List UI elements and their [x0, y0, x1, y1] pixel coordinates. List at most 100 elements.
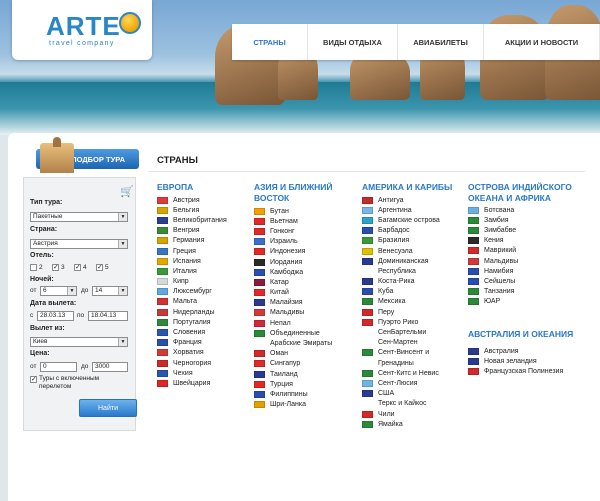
logo[interactable]: ARTE travel company — [12, 0, 152, 60]
country-link[interactable]: США — [362, 389, 440, 399]
country-link[interactable]: Кения — [468, 236, 518, 246]
country-link[interactable]: Венгрия — [157, 226, 227, 236]
flight-included-checkbox[interactable] — [30, 375, 37, 383]
nav-vacation-types[interactable]: ВИДЫ ОТДЫХА — [308, 24, 398, 60]
country-link[interactable]: Багамские острова — [362, 215, 440, 225]
country-link[interactable]: Доминиканская — [362, 256, 440, 266]
country-link[interactable]: Коста-Рика — [362, 277, 440, 287]
country-link[interactable]: Люксембург — [157, 287, 227, 297]
country-link[interactable]: Китай — [254, 288, 332, 298]
country-link[interactable]: Черногория — [157, 358, 227, 368]
country-link[interactable]: Таиланд — [254, 369, 332, 379]
country-link[interactable]: Намибия — [468, 266, 518, 276]
country-link[interactable]: Швейцария — [157, 378, 227, 388]
country-link[interactable]: Испания — [157, 256, 227, 266]
country-link[interactable]: Мальдивы — [254, 308, 332, 318]
country-link[interactable]: Франция — [157, 338, 227, 348]
country-link[interactable]: Ботсвана — [468, 205, 518, 215]
country-link[interactable]: Малайзия — [254, 298, 332, 308]
country-link[interactable]: Танзания — [468, 287, 518, 297]
flag-icon — [254, 217, 265, 225]
country-link[interactable]: Бразилия — [362, 236, 440, 246]
country-link[interactable]: Непал — [254, 318, 332, 328]
country-link[interactable]: Республика — [362, 266, 440, 276]
country-link[interactable]: Новая зеландия — [468, 356, 563, 366]
country-link[interactable]: Сингапур — [254, 359, 332, 369]
country-name: Словения — [173, 329, 206, 337]
search-button[interactable]: Найти — [79, 399, 137, 417]
price-to-input[interactable]: 3000 — [92, 362, 128, 372]
tour-type-select[interactable]: Пакетные ▼ — [30, 212, 128, 222]
country-link[interactable]: Шри-Ланка — [254, 400, 332, 410]
nav-air-tickets[interactable]: АВИАБИЛЕТЫ — [398, 24, 484, 60]
country-link[interactable]: Сент-Китс и Невис — [362, 368, 440, 378]
country-select[interactable]: Австрия ▼ — [30, 239, 128, 249]
country-link[interactable]: Великобритания — [157, 215, 227, 225]
country-link[interactable]: Чили — [362, 409, 440, 419]
country-link[interactable]: Маврикий — [468, 246, 518, 256]
country-link[interactable]: Аргентина — [362, 205, 440, 215]
country-link[interactable]: Оман — [254, 349, 332, 359]
country-link[interactable]: Филиппины — [254, 389, 332, 399]
star-4-checkbox[interactable] — [74, 263, 81, 271]
nights-to-select[interactable]: 14 ▼ — [92, 286, 128, 296]
country-link[interactable]: Теркс и Кайкос — [362, 399, 440, 409]
country-link[interactable]: Иордания — [254, 257, 332, 267]
star-3-checkbox[interactable] — [52, 263, 59, 271]
country-link[interactable]: Перу — [362, 307, 440, 317]
country-link[interactable]: ЮАР — [468, 297, 518, 307]
country-link[interactable]: Австралия — [468, 346, 563, 356]
country-link[interactable]: Словения — [157, 327, 227, 337]
country-link[interactable]: Гренадины — [362, 358, 440, 368]
country-link[interactable]: Объединенные — [254, 328, 332, 338]
country-link[interactable]: Италия — [157, 266, 227, 276]
cart-icon[interactable]: 🛒 — [120, 185, 134, 198]
nights-from-select[interactable]: 6 ▼ — [40, 286, 77, 296]
country-link[interactable]: Гонконг — [254, 226, 332, 236]
departure-city-select[interactable]: Киев ▼ — [30, 337, 128, 347]
country-link[interactable]: Австрия — [157, 195, 227, 205]
country-link[interactable]: Мексика — [362, 297, 440, 307]
country-link[interactable]: Катар — [254, 277, 332, 287]
country-link[interactable]: Нидерланды — [157, 307, 227, 317]
globe-icon — [119, 12, 141, 34]
nav-promotions-news[interactable]: АКЦИИ И НОВОСТИ — [484, 24, 600, 60]
country-link[interactable]: Вьетнам — [254, 216, 332, 226]
country-link[interactable]: Венесуэла — [362, 246, 440, 256]
country-link[interactable]: Замбия — [468, 215, 518, 225]
country-link[interactable]: Зимбабве — [468, 225, 518, 235]
country-link[interactable]: Португалия — [157, 317, 227, 327]
star-5-checkbox[interactable] — [96, 263, 103, 271]
country-link[interactable]: Бельгия — [157, 205, 227, 215]
country-link[interactable]: Мальта — [157, 297, 227, 307]
country-link[interactable]: Бутан — [254, 206, 332, 216]
country-link[interactable]: СенБартельми — [362, 327, 440, 337]
date-to-input[interactable]: 18.04.13 — [88, 311, 128, 321]
country-link[interactable]: Сент-Винсент и — [362, 348, 440, 358]
country-link[interactable]: Сейшелы — [468, 276, 518, 286]
star-2-checkbox[interactable] — [30, 264, 37, 271]
country-link[interactable]: Сент-Люсия — [362, 378, 440, 388]
country-link[interactable]: Германия — [157, 236, 227, 246]
country-link[interactable]: Мальдивы — [468, 256, 518, 266]
country-link[interactable]: Ямайка — [362, 419, 440, 429]
country-link[interactable]: Барбадос — [362, 226, 440, 236]
country-name: Швейцария — [173, 379, 211, 387]
country-link[interactable]: Пуэрто Рико — [362, 317, 440, 327]
country-link[interactable]: Греция — [157, 246, 227, 256]
price-from-input[interactable]: 0 — [40, 362, 77, 372]
country-link[interactable]: Куба — [362, 287, 440, 297]
date-from-input[interactable]: 28.03.13 — [37, 311, 74, 321]
country-link[interactable]: Кипр — [157, 277, 227, 287]
country-link[interactable]: Сен-Мартен — [362, 338, 440, 348]
country-link[interactable]: Французская Полинезия — [468, 366, 563, 376]
country-link[interactable]: Чехия — [157, 368, 227, 378]
country-link[interactable]: Хорватия — [157, 348, 227, 358]
country-link[interactable]: Израиль — [254, 237, 332, 247]
nav-countries[interactable]: СТРАНЫ — [232, 24, 308, 60]
country-link[interactable]: Камбоджа — [254, 267, 332, 277]
country-link[interactable]: Арабские Эмираты — [254, 338, 332, 348]
country-link[interactable]: Антигуа — [362, 195, 440, 205]
country-link[interactable]: Турция — [254, 379, 332, 389]
country-link[interactable]: Индонезия — [254, 247, 332, 257]
